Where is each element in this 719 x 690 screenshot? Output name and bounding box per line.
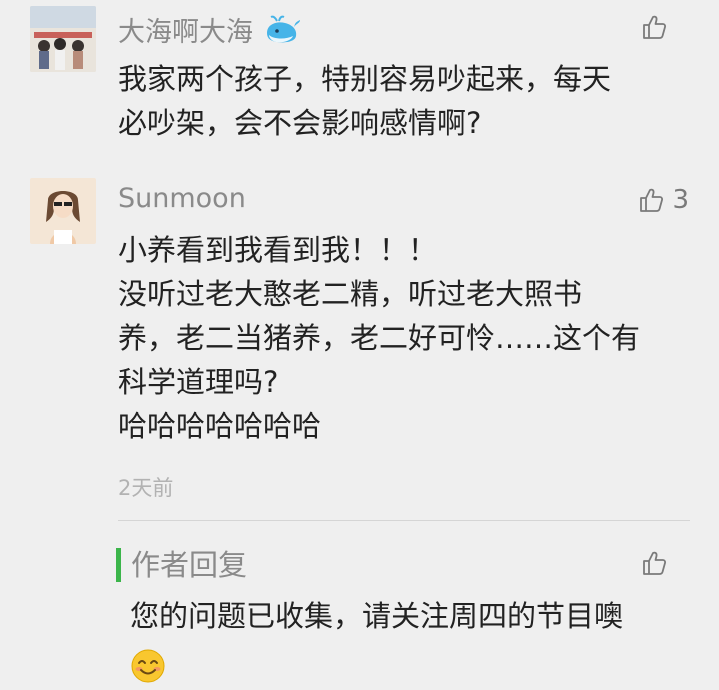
whale-icon	[255, 15, 301, 48]
thumbs-up-icon	[643, 551, 667, 575]
comment-author[interactable]: 大海啊大海	[118, 10, 301, 49]
avatar-image	[30, 178, 96, 244]
content-line: 科学道理吗?	[118, 365, 279, 399]
author-name: Sunmoon	[118, 183, 246, 214]
content-line: 我家两个孩子，特别容易吵起来，每天	[118, 62, 612, 96]
comment-time: 2天前	[118, 476, 174, 500]
avatar[interactable]	[30, 6, 96, 72]
content-line: 没听过老大憨老二精，听过老大照书	[118, 277, 583, 311]
thumbs-up-icon	[640, 188, 664, 212]
smiling-face-icon	[131, 649, 165, 683]
avatar-image	[30, 6, 96, 72]
avatar[interactable]	[30, 178, 96, 244]
like-button[interactable]	[641, 550, 675, 576]
divider	[118, 520, 690, 521]
comment-content: 小养看到我看到我！！！ 没听过老大憨老二精，听过老大照书 养，老二当猪养，老二好…	[118, 228, 640, 448]
author-name: 大海啊大海	[118, 17, 253, 48]
content-line: 养，老二当猪养，老二好可怜……这个有	[118, 321, 641, 355]
content-line: 必吵架，会不会影响感情啊?	[118, 106, 482, 140]
content-line: 小养看到我看到我！！！	[118, 233, 438, 267]
comment-content: 我家两个孩子，特别容易吵起来，每天 必吵架，会不会影响感情啊?	[118, 57, 611, 145]
reply-content: 您的问题已收集，请关注周四的节目噢	[130, 599, 624, 633]
like-button[interactable]	[641, 14, 675, 40]
thumbs-up-icon	[643, 15, 667, 39]
like-button[interactable]: 3	[638, 185, 689, 215]
content-line: 哈哈哈哈哈哈哈	[118, 409, 322, 443]
reply-label: 作者回复	[116, 548, 247, 582]
comment-item: 大海啊大海 我家两个孩子，特别容易吵起来，每天 必吵架，会不会影响感情啊?	[0, 0, 719, 160]
like-count: 3	[672, 185, 689, 215]
comment-author[interactable]: Sunmoon	[118, 183, 246, 214]
